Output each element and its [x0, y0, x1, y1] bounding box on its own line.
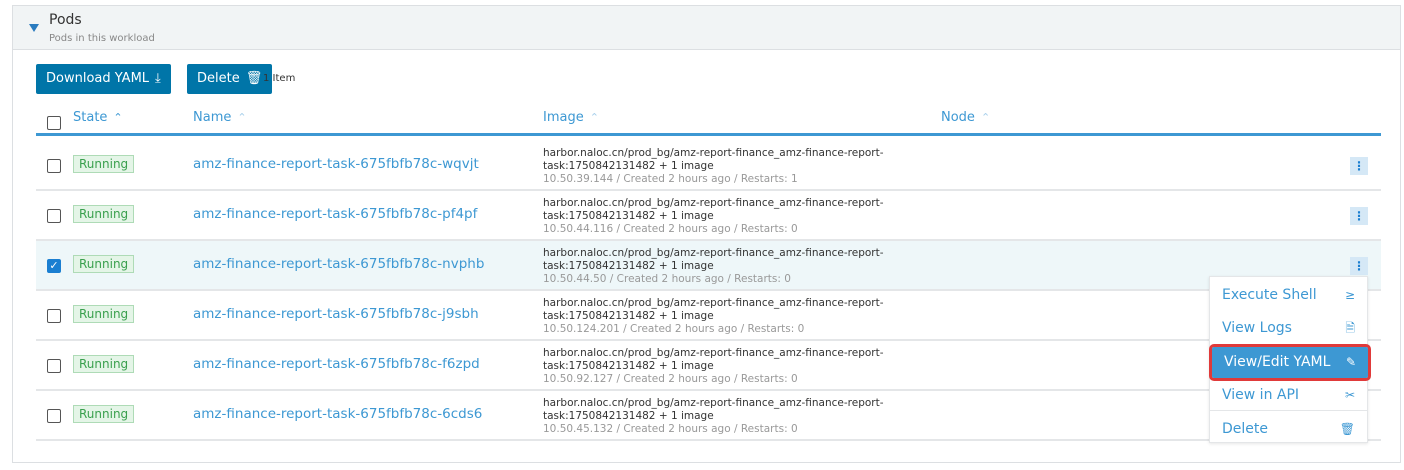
item-count: 1 Item	[263, 73, 296, 84]
row-actions-menu: Execute Shell ≥ View Logs 🗎 View/Edit YAML ✎ V…	[1209, 276, 1371, 445]
menu-item-label: View/Edit YAML	[1224, 354, 1331, 370]
status-badge: Running	[73, 355, 135, 373]
image-line-2: task:1750842131482 + 1 image	[543, 260, 714, 272]
menu-item-icon: 🗎	[1345, 321, 1355, 335]
image-cell: harbor.naloc.cn/prod_bg/amz-report-finan…	[543, 347, 884, 386]
image-cell: harbor.naloc.cn/prod_bg/amz-report-finan…	[543, 147, 884, 186]
pod-meta: 10.50.92.127 / Created 2 hours ago / Res…	[543, 373, 798, 385]
menu-item-view-in-api[interactable]: View in API ✂	[1210, 380, 1367, 411]
table-row: Running amz-finance-report-task-675fbfb7…	[36, 341, 1381, 391]
menu-divider	[1210, 410, 1367, 411]
pod-meta: 10.50.45.132 / Created 2 hours ago / Res…	[543, 423, 798, 435]
menu-item-label: Execute Shell	[1222, 287, 1317, 303]
menu-item-label: Delete	[1222, 421, 1268, 437]
row-checkbox[interactable]	[47, 209, 61, 223]
menu-item-icon: ✂	[1344, 388, 1355, 402]
delete-label: Delete	[197, 71, 240, 86]
pod-meta: 10.50.44.50 / Created 2 hours ago / Rest…	[543, 273, 791, 285]
header-divider	[36, 133, 1381, 136]
image-line-1: harbor.naloc.cn/prod_bg/amz-report-finan…	[543, 347, 884, 359]
pod-name-link[interactable]: amz-finance-report-task-675fbfb78c-nvphb	[193, 256, 484, 272]
pods-section-header[interactable]: Pods Pods in this workload	[13, 6, 1400, 50]
pod-name-link[interactable]: amz-finance-report-task-675fbfb78c-j9sbh	[193, 306, 479, 322]
pod-meta: 10.50.124.201 / Created 2 hours ago / Re…	[543, 323, 805, 335]
section-subtitle: Pods in this workload	[49, 33, 155, 44]
image-cell: harbor.naloc.cn/prod_bg/amz-report-finan…	[543, 247, 884, 286]
trash-icon: 🗑	[245, 71, 263, 86]
pod-meta: 10.50.44.116 / Created 2 hours ago / Res…	[543, 223, 798, 235]
pod-name-link[interactable]: amz-finance-report-task-675fbfb78c-f6zpd	[193, 356, 480, 372]
delete-button[interactable]: Delete 🗑	[187, 64, 273, 94]
download-icon: ⤓	[155, 71, 161, 86]
name-header-label: Name	[193, 110, 232, 125]
column-header-state[interactable]: State ⌃	[73, 110, 123, 125]
menu-item-icon: ✎	[1345, 355, 1356, 369]
image-line-1: harbor.naloc.cn/prod_bg/amz-report-finan…	[543, 147, 884, 159]
menu-item-execute-shell[interactable]: Execute Shell ≥	[1210, 280, 1367, 311]
image-header-label: Image	[543, 110, 584, 125]
table-row: Running amz-finance-report-task-675fbfb7…	[36, 141, 1381, 191]
sort-icon: ⌃	[237, 111, 247, 124]
image-line-2: task:1750842131482 + 1 image	[543, 410, 714, 422]
sort-icon: ⌃	[589, 111, 599, 124]
section-title: Pods	[49, 12, 82, 28]
row-checkbox[interactable]	[47, 359, 61, 373]
row-checkbox[interactable]	[47, 309, 61, 323]
pod-name-link[interactable]: amz-finance-report-task-675fbfb78c-wqvjt	[193, 156, 479, 172]
row-actions-kebab-icon[interactable]: ⋮	[1350, 207, 1368, 225]
column-header-node[interactable]: Node ⌃	[941, 110, 990, 125]
download-yaml-button[interactable]: Download YAML ⤓	[36, 64, 171, 94]
state-header-label: State	[73, 110, 108, 125]
image-line-1: harbor.naloc.cn/prod_bg/amz-report-finan…	[543, 197, 884, 209]
image-line-1: harbor.naloc.cn/prod_bg/amz-report-finan…	[543, 297, 884, 309]
menu-item-icon: 🗑	[1339, 422, 1355, 436]
image-line-2: task:1750842131482 + 1 image	[543, 310, 714, 322]
image-line-1: harbor.naloc.cn/prod_bg/amz-report-finan…	[543, 247, 884, 259]
image-line-2: task:1750842131482 + 1 image	[543, 160, 714, 172]
menu-item-view-logs[interactable]: View Logs 🗎	[1210, 313, 1367, 344]
table-row: ✓ Running amz-finance-report-task-675fbf…	[36, 241, 1381, 291]
row-checkbox[interactable]	[47, 159, 61, 173]
sort-icon: ⌃	[980, 111, 991, 124]
image-cell: harbor.naloc.cn/prod_bg/amz-report-finan…	[543, 297, 884, 336]
table-row: Running amz-finance-report-task-675fbfb7…	[36, 391, 1381, 441]
pod-meta: 10.50.39.144 / Created 2 hours ago / Res…	[543, 173, 798, 185]
status-badge: Running	[73, 305, 135, 323]
image-line-1: harbor.naloc.cn/prod_bg/amz-report-finan…	[543, 397, 884, 409]
row-actions-kebab-icon[interactable]: ⋮	[1350, 157, 1368, 175]
status-badge: Running	[73, 155, 135, 173]
status-badge: Running	[73, 205, 135, 223]
image-line-2: task:1750842131482 + 1 image	[543, 210, 714, 222]
status-badge: Running	[73, 255, 135, 273]
menu-item-delete[interactable]: Delete 🗑	[1210, 414, 1367, 445]
select-all-checkbox[interactable]	[47, 116, 61, 130]
table-row: Running amz-finance-report-task-675fbfb7…	[36, 191, 1381, 241]
column-header-image[interactable]: Image ⌃	[543, 110, 599, 125]
status-badge: Running	[73, 405, 135, 423]
menu-item-label: View Logs	[1222, 320, 1292, 336]
download-yaml-label: Download YAML	[46, 71, 150, 86]
image-cell: harbor.naloc.cn/prod_bg/amz-report-finan…	[543, 397, 884, 436]
pod-name-link[interactable]: amz-finance-report-task-675fbfb78c-pf4pf	[193, 206, 477, 222]
image-line-2: task:1750842131482 + 1 image	[543, 360, 714, 372]
pod-name-link[interactable]: amz-finance-report-task-675fbfb78c-6cds6	[193, 406, 482, 422]
menu-item-label: View in API	[1222, 387, 1300, 403]
table-row: Running amz-finance-report-task-675fbfb7…	[36, 291, 1381, 341]
collapse-triangle-icon[interactable]	[29, 24, 39, 32]
menu-item-icon: ≥	[1344, 288, 1355, 302]
menu-item-view-edit-yaml[interactable]: View/Edit YAML ✎	[1209, 344, 1371, 381]
sort-icon: ⌃	[113, 111, 123, 124]
node-header-label: Node	[941, 110, 975, 125]
row-actions-kebab-icon[interactable]: ⋮	[1350, 257, 1368, 275]
row-checkbox[interactable]	[47, 409, 61, 423]
image-cell: harbor.naloc.cn/prod_bg/amz-report-finan…	[543, 197, 884, 236]
column-header-name[interactable]: Name ⌃	[193, 110, 247, 125]
row-checkbox[interactable]: ✓	[47, 259, 61, 273]
